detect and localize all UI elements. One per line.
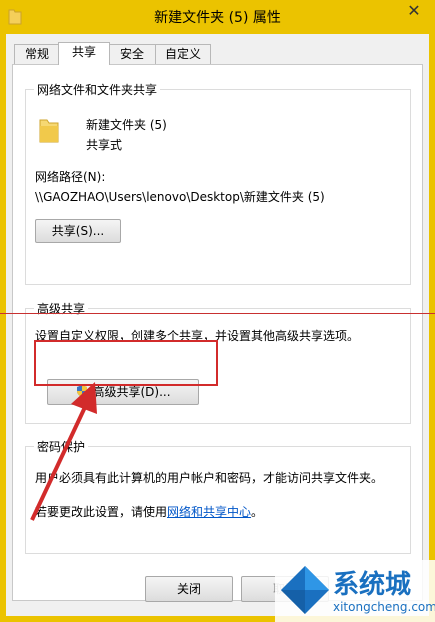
watermark-url: xitongcheng.com xyxy=(333,600,435,614)
windows-logo-icon xyxy=(281,566,329,614)
watermark: 系统城 xitongcheng.com xyxy=(275,560,435,622)
annotation-arrow-icon xyxy=(30,382,97,521)
watermark-text: 系统城 xyxy=(333,570,412,600)
tab-sharing[interactable]: 共享 xyxy=(58,42,110,65)
properties-window: 新建文件夹 (5) 属性 ✕ 常规 共享 安全 自定义 网络文件和文件夹共享 新… xyxy=(0,0,435,622)
